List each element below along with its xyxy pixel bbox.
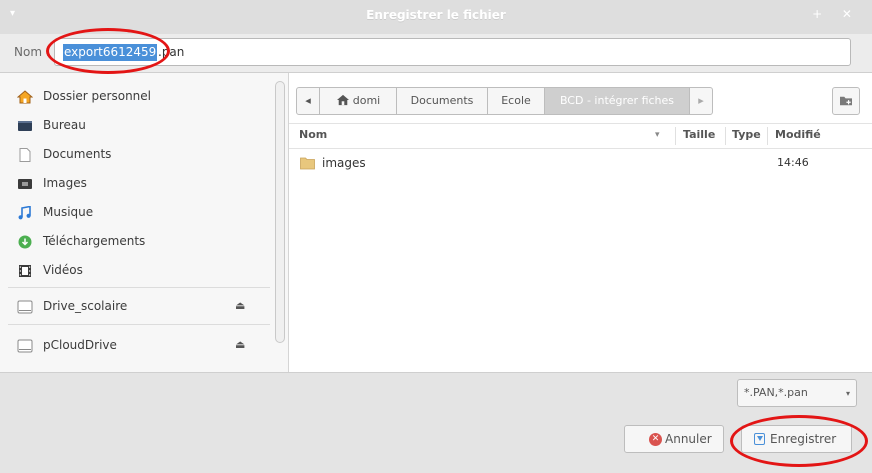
cancel-icon: ✕ [649,433,662,446]
document-icon [19,148,31,162]
sidebar-scrollbar[interactable] [275,81,285,343]
column-type[interactable]: Type [732,128,761,141]
column-modified[interactable]: Modifié [775,128,821,141]
path-segment-label: domi [352,94,381,107]
titlebar: ▾ Enregistrer le fichier + ✕ [0,0,872,35]
drive-icon [17,339,33,353]
home-icon [336,94,349,106]
chevron-left-icon: ◂ [305,94,311,107]
sidebar-item-videos[interactable]: Vidéos [0,257,270,285]
desktop-icon [18,121,32,131]
file-name: images [322,156,366,170]
video-icon [19,265,31,277]
create-folder-button[interactable] [832,87,860,115]
image-icon [18,179,32,189]
filename-extension-text: .pan [158,45,185,59]
cancel-button[interactable]: ✕ Annuler [624,425,724,453]
file-list-header: Nom ▾ Taille Type Modifié [289,123,872,149]
filename-selected-text: export6612459 [63,44,158,61]
sidebar-item-documents[interactable]: Documents [0,141,270,169]
file-modified: 14:46 [777,156,809,169]
filter-bar: *.PAN,*.pan ▾ [0,372,872,413]
filter-value: *.PAN,*.pan [744,386,808,399]
path-segment-label: BCD - intégrer fiches [559,94,675,107]
home-icon [17,90,33,104]
sidebar-item-label: Drive_scolaire [43,299,128,313]
path-segment-bcd[interactable]: BCD - intégrer fiches [544,87,690,115]
filename-input[interactable]: export6612459 .pan [54,38,851,66]
save-button[interactable]: Enregistrer [741,425,852,453]
sidebar-item-label: Documents [43,147,112,161]
path-segment-label: Documents [410,94,474,107]
sidebar-item-pcloud-drive[interactable]: pCloudDrive ⏏ [0,332,270,360]
folder-icon [300,157,315,170]
file-type-filter[interactable]: *.PAN,*.pan ▾ [737,379,857,407]
sidebar-divider [8,287,270,288]
sort-descending-icon[interactable]: ▾ [655,130,660,140]
sidebar-item-images[interactable]: Images [0,170,270,198]
drive-icon [17,300,33,314]
chevron-right-icon: ▸ [698,94,704,107]
sidebar-item-label: Images [43,176,87,190]
cancel-label: Annuler [665,432,712,446]
path-forward-button[interactable]: ▸ [689,87,713,115]
path-segment-home[interactable]: domi [319,87,397,115]
column-divider [767,127,768,145]
sidebar-item-label: Dossier personnel [43,89,152,103]
sidebar-item-label: Vidéos [43,263,83,277]
sidebar-item-downloads[interactable]: Téléchargements [0,228,270,256]
path-segment-label: Ecole [501,94,531,107]
path-segment-ecole[interactable]: Ecole [487,87,545,115]
column-divider [725,127,726,145]
save-file-dialog: ▾ Enregistrer le fichier + ✕ Nom : expor… [0,0,872,473]
places-sidebar: Dossier personnel Bureau Documents Image… [0,73,289,373]
name-label: Nom : [14,45,50,59]
chevron-down-icon: ▾ [845,389,850,398]
main-area: Dossier personnel Bureau Documents Image… [0,72,872,373]
name-row: Nom : export6612459 .pan [0,34,872,72]
eject-icon[interactable]: ⏏ [235,299,245,312]
sidebar-item-label: Bureau [43,118,86,132]
column-name[interactable]: Nom [299,128,327,141]
file-row[interactable]: images 14:46 [289,151,872,175]
window-controls[interactable]: + ✕ [812,7,860,21]
file-browser: ◂ domi Documents Ecole BCD - intégrer fi… [289,73,872,373]
download-icon [18,235,32,249]
sidebar-item-label: Musique [43,205,94,219]
sidebar-item-label: pCloudDrive [43,338,117,352]
save-icon [754,433,765,445]
column-size[interactable]: Taille [683,128,715,141]
save-label: Enregistrer [770,432,837,446]
button-bar: ✕ Annuler Enregistrer [0,412,872,473]
sidebar-item-music[interactable]: Musique [0,199,270,227]
eject-icon[interactable]: ⏏ [235,338,245,351]
music-icon [18,206,31,220]
window-title: Enregistrer le fichier [366,8,506,22]
column-divider [675,127,676,145]
sidebar-item-drive-scolaire[interactable]: Drive_scolaire ⏏ [0,293,270,321]
sidebar-item-desktop[interactable]: Bureau [0,112,270,140]
new-folder-icon [840,96,852,106]
sidebar-divider [8,324,270,325]
sidebar-item-label: Téléchargements [43,234,146,248]
path-segment-documents[interactable]: Documents [396,87,488,115]
path-back-button[interactable]: ◂ [296,87,320,115]
sidebar-item-home[interactable]: Dossier personnel [0,83,270,111]
